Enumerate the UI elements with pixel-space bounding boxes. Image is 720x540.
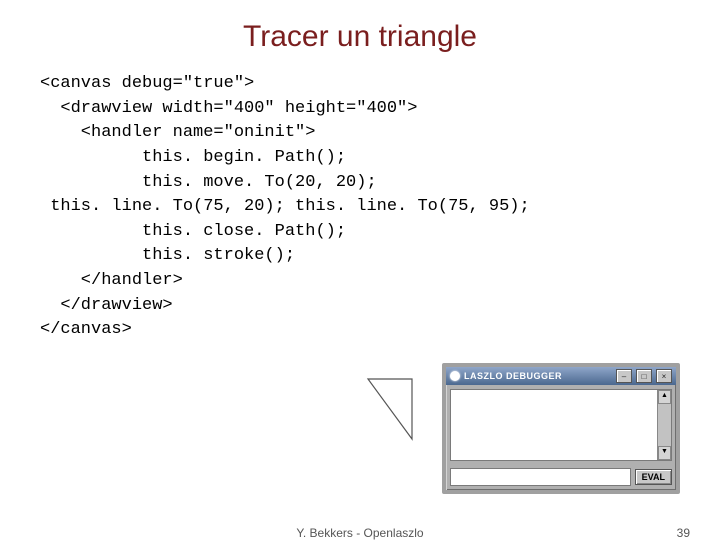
- maximize-icon[interactable]: □: [636, 369, 652, 383]
- code-line: <canvas debug="true">: [40, 74, 254, 93]
- debugger-output: ▲ ▼: [450, 389, 672, 461]
- code-line: </canvas>: [40, 320, 132, 339]
- scroll-down-icon[interactable]: ▼: [658, 446, 671, 460]
- debugger-panel: LASZLO DEBUGGER – □ × ▲ ▼ EVAL: [442, 363, 680, 494]
- scrollbar[interactable]: ▲ ▼: [657, 390, 671, 460]
- code-line: this. begin. Path();: [40, 148, 346, 167]
- code-line: </handler>: [40, 271, 183, 290]
- eval-button[interactable]: EVAL: [635, 469, 672, 485]
- scroll-up-icon[interactable]: ▲: [658, 390, 671, 404]
- code-line: <drawview width="400" height="400">: [40, 99, 417, 118]
- code-block: <canvas debug="true"> <drawview width="4…: [0, 54, 720, 343]
- code-line: this. move. To(20, 20);: [40, 173, 377, 192]
- code-line: this. close. Path();: [40, 222, 346, 241]
- laszlo-icon: [450, 371, 460, 381]
- minimize-icon[interactable]: –: [616, 369, 632, 383]
- footer-author: Y. Bekkers - Openlaszlo: [296, 526, 423, 540]
- code-line: <handler name="oninit">: [40, 123, 315, 142]
- debugger-titlebar[interactable]: LASZLO DEBUGGER – □ ×: [446, 367, 676, 385]
- code-line: this. line. To(75, 20); this. line. To(7…: [40, 197, 530, 216]
- triangle-output: [352, 363, 432, 443]
- close-icon[interactable]: ×: [656, 369, 672, 383]
- page-number: 39: [677, 526, 690, 540]
- debugger-title: LASZLO DEBUGGER: [464, 371, 612, 381]
- code-line: this. stroke();: [40, 246, 295, 265]
- code-line: </drawview>: [40, 296, 173, 315]
- slide-title: Tracer un triangle: [0, 0, 720, 54]
- debugger-input[interactable]: [450, 468, 631, 486]
